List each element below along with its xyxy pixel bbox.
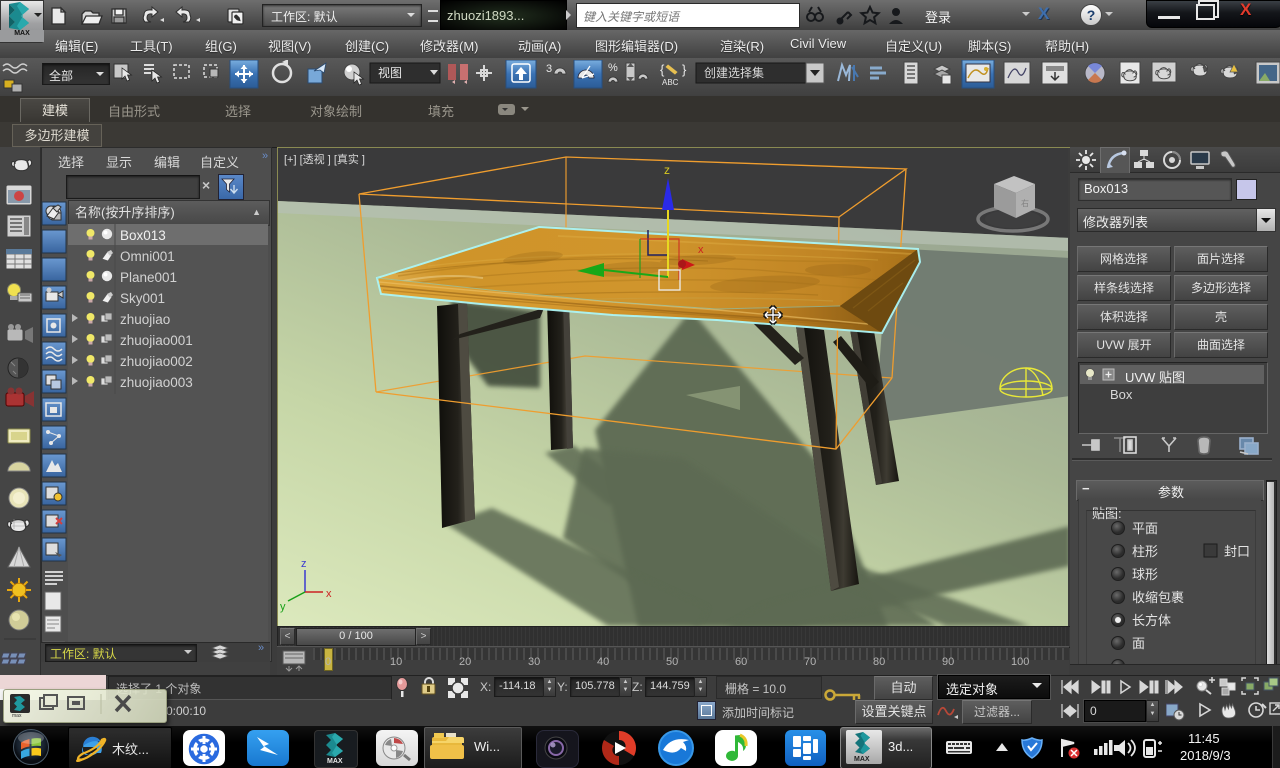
svg-text:%: % xyxy=(608,62,618,74)
svg-text:Box013: Box013 xyxy=(120,228,166,243)
svg-text:收缩包裹: 收缩包裹 xyxy=(1132,590,1184,605)
svg-text:Sky001: Sky001 xyxy=(120,291,165,306)
svg-text:x: x xyxy=(698,244,704,256)
svg-text:zhuojiao001: zhuojiao001 xyxy=(120,333,193,348)
svg-text:✎: ✎ xyxy=(234,14,241,23)
svg-text:面: 面 xyxy=(1132,636,1145,651)
svg-text:zhuojiao002: zhuojiao002 xyxy=(120,354,193,369)
svg-text:3: 3 xyxy=(546,63,552,75)
svg-text:球形: 球形 xyxy=(1132,567,1158,582)
svg-text:max: max xyxy=(12,713,22,718)
svg-text:z: z xyxy=(301,558,307,570)
svg-text:y: y xyxy=(280,601,286,613)
svg-text:{: { xyxy=(660,62,665,77)
svg-text:视图: 视图 xyxy=(378,65,402,80)
svg-text:长方体: 长方体 xyxy=(1132,613,1171,628)
svg-text:[+] [透视 ] [真实 ]: [+] [透视 ] [真实 ] xyxy=(284,152,365,166)
svg-text:x: x xyxy=(326,588,332,600)
svg-text:z: z xyxy=(664,163,670,177)
svg-text:封口: 封口 xyxy=(1224,544,1250,559)
svg-text:MAX: MAX xyxy=(327,758,343,764)
svg-text:创建选择集: 创建选择集 xyxy=(704,65,764,80)
svg-text:Omni001: Omni001 xyxy=(120,249,175,264)
svg-text:柱形: 柱形 xyxy=(1132,544,1158,559)
svg-text:Plane001: Plane001 xyxy=(120,270,177,285)
svg-text:平面: 平面 xyxy=(1132,521,1158,536)
svg-text:zhuojiao: zhuojiao xyxy=(120,312,170,327)
svg-text:ABC: ABC xyxy=(662,78,679,87)
svg-text:右: 右 xyxy=(1021,198,1029,208)
svg-text:MAX: MAX xyxy=(854,756,870,763)
svg-text:}: } xyxy=(682,62,687,77)
svg-text:zhuojiao003: zhuojiao003 xyxy=(120,375,193,390)
